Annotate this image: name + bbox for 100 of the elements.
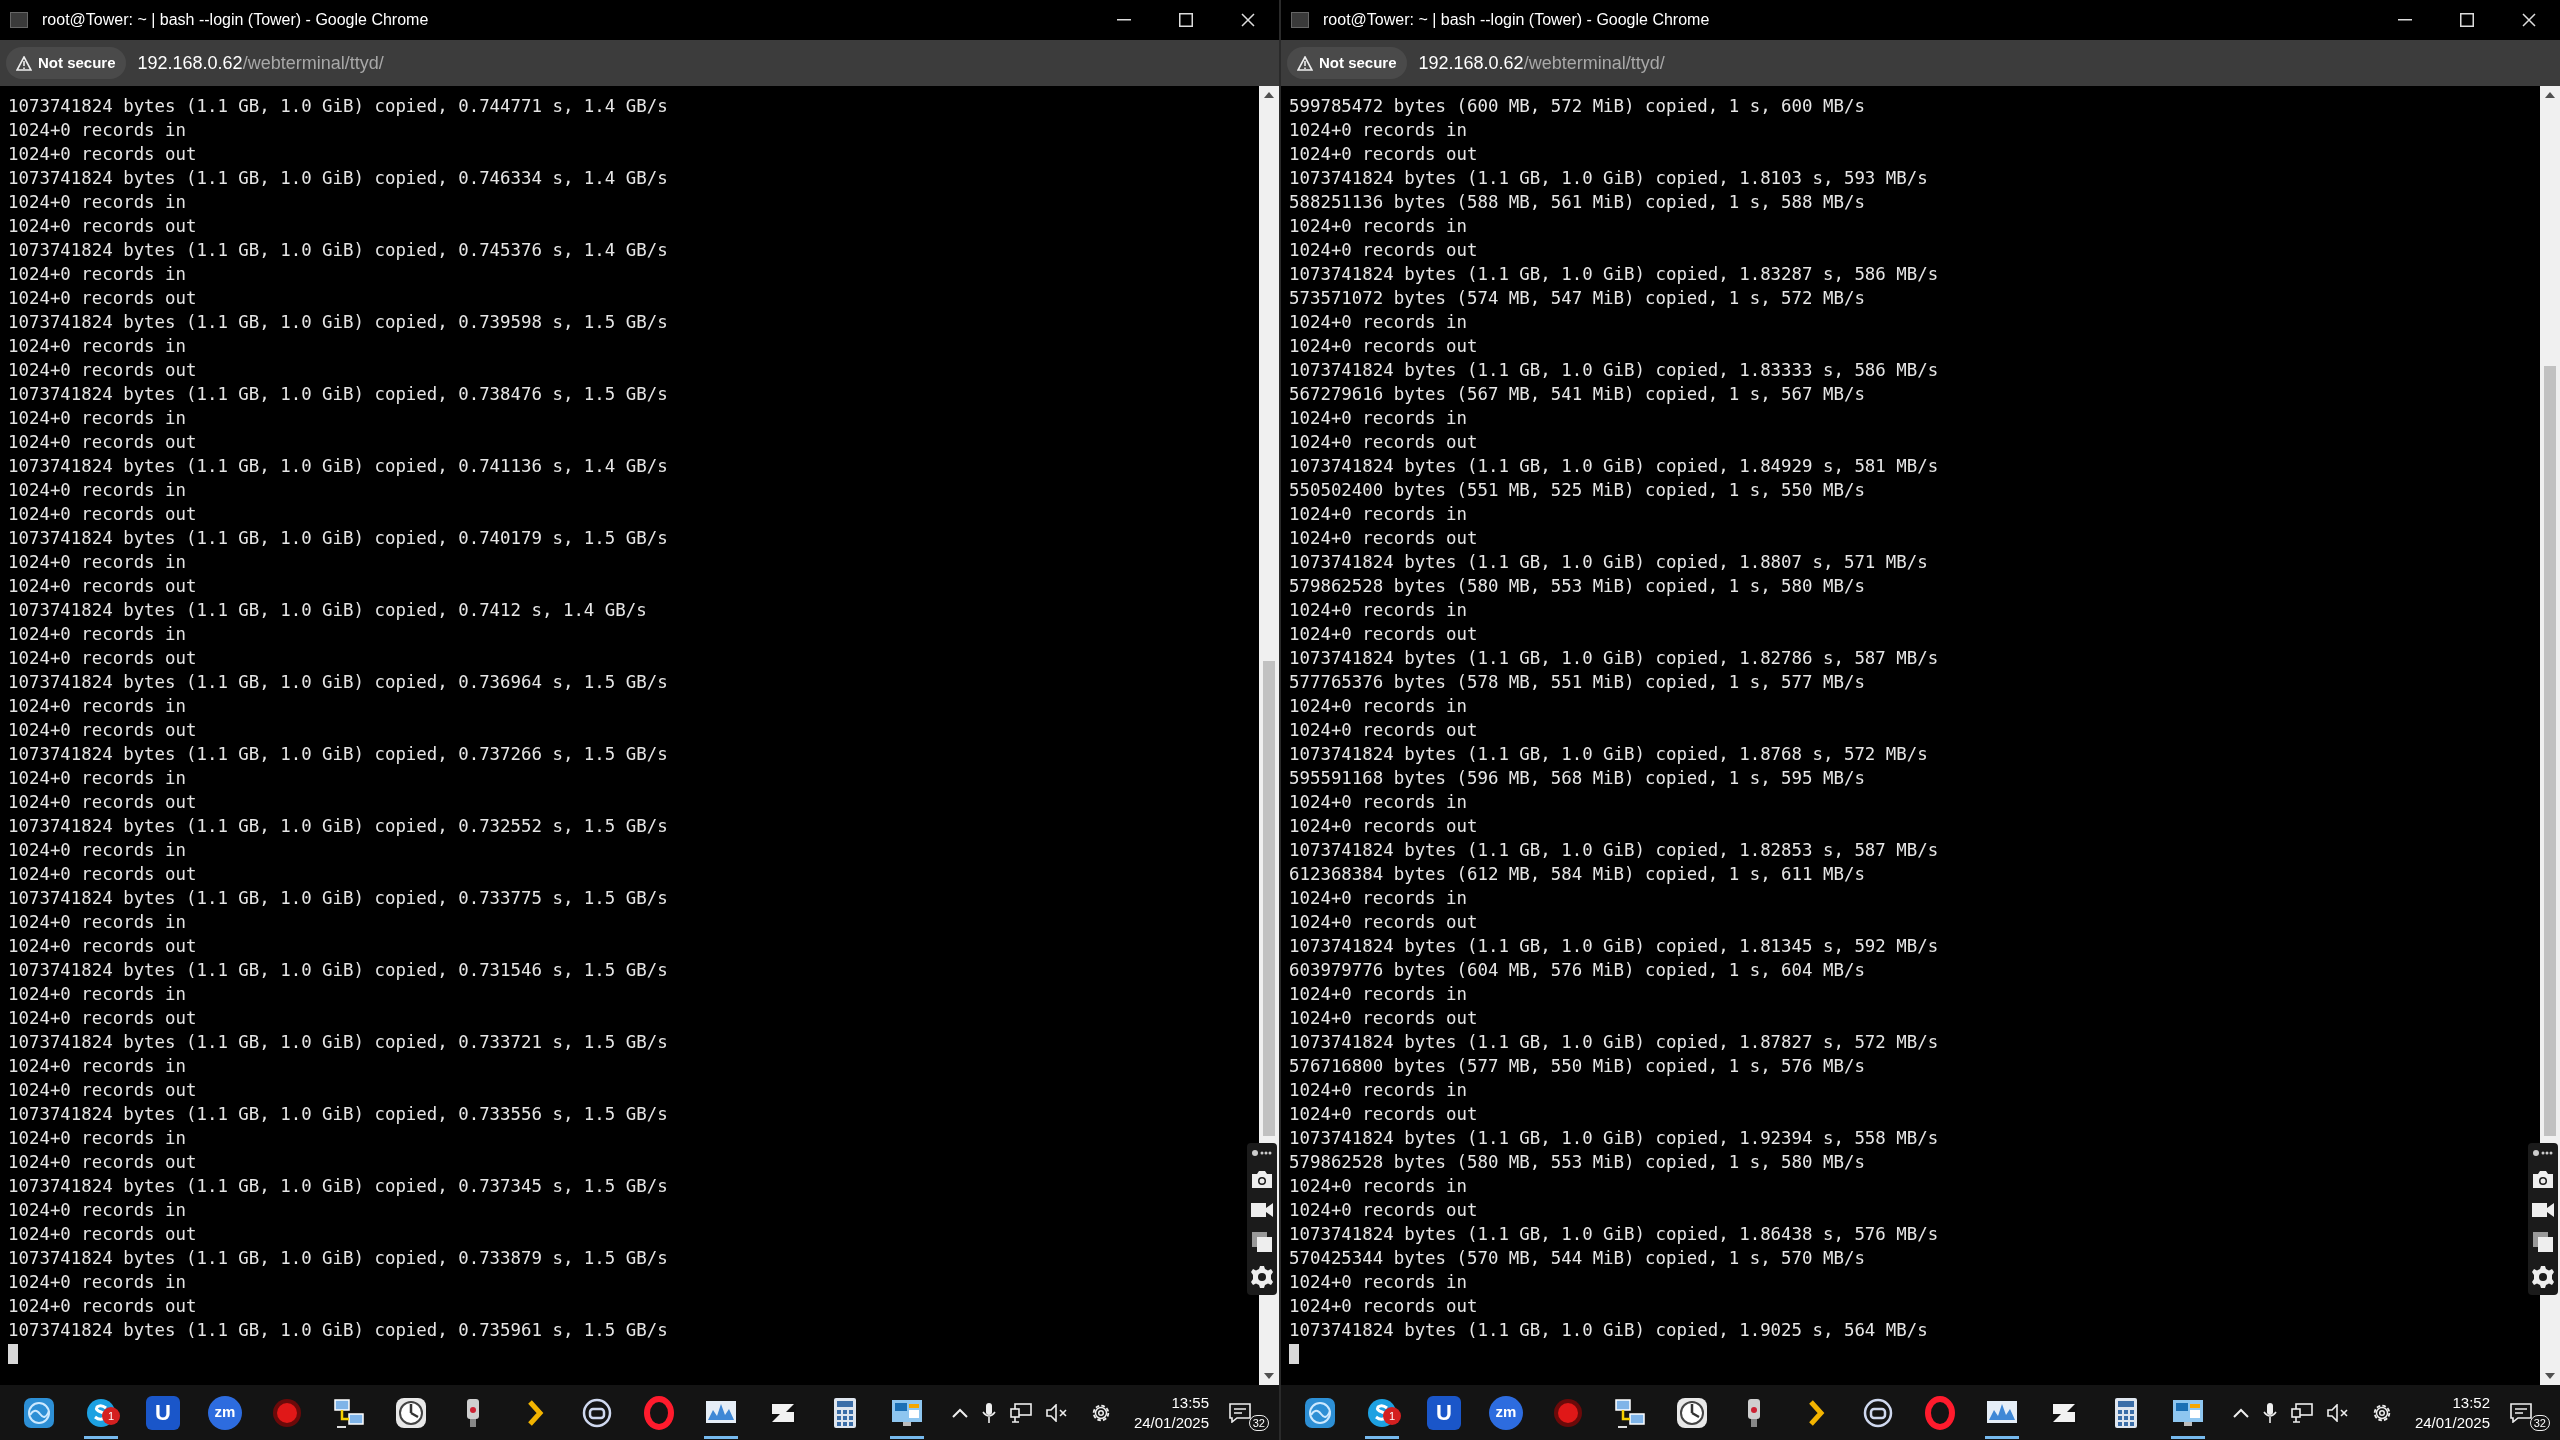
terminal-line: 1024+0 records out [8, 575, 197, 598]
security-chip[interactable]: Not secure [1287, 47, 1407, 79]
terminal-line: 1024+0 records in [1289, 119, 1467, 142]
notifications-button[interactable]: 32 [2510, 1394, 2550, 1431]
terminal-line: 1073741824 bytes (1.1 GB, 1.0 GiB) copied, 0.731546 s, 1.5 GB/s [8, 959, 668, 982]
security-chip[interactable]: Not secure [6, 47, 126, 79]
terminal-line: 1024+0 records out [1289, 239, 1478, 262]
terminal-line: 1073741824 bytes (1.1 GB, 1.0 GiB) copied, 0.744771 s, 1.4 GB/s [8, 95, 668, 118]
running-indicator [1365, 1436, 1399, 1439]
terminal-line: 1073741824 bytes (1.1 GB, 1.0 GiB) copied, 0.735961 s, 1.5 GB/s [8, 1319, 668, 1342]
terminal-line: 1024+0 records out [1289, 431, 1478, 454]
notification-count: 32 [2529, 1414, 2550, 1431]
terminal-line: 1073741824 bytes (1.1 GB, 1.0 GiB) copied, 1.86438 s, 576 MB/s [1289, 1223, 1939, 1246]
taskbar-app-button[interactable]: zm [1475, 1385, 1537, 1440]
more-icon[interactable] [2532, 1149, 2554, 1157]
microphone-icon[interactable] [2263, 1401, 2277, 1424]
terminal-line: 1024+0 records in [8, 263, 186, 286]
taskbar-app-button[interactable]: zm [194, 1385, 256, 1440]
terminal-icon [10, 12, 28, 28]
terminal-line: 1024+0 records out [8, 863, 197, 886]
terminal-line: 595591168 bytes (596 MB, 568 MiB) copied, 1 s, 595 MB/s [1289, 767, 1865, 790]
chevron-up-icon[interactable] [952, 1407, 968, 1418]
terminal-line: 1073741824 bytes (1.1 GB, 1.0 GiB) copied, 1.84929 s, 581 MB/s [1289, 455, 1939, 478]
terminal-line: 1024+0 records out [8, 719, 197, 742]
more-icon[interactable] [1251, 1149, 1273, 1157]
settings-icon[interactable] [2531, 1265, 2555, 1289]
terminal-line: 1024+0 records in [8, 407, 186, 430]
terminal-line: 1073741824 bytes (1.1 GB, 1.0 GiB) copied, 0.7412 s, 1.4 GB/s [8, 599, 647, 622]
scroll-up-icon[interactable] [2545, 92, 2555, 98]
copy-icon[interactable] [2532, 1231, 2554, 1253]
terminal-line: 1024+0 records out [1289, 1103, 1478, 1126]
scroll-down-icon[interactable] [1264, 1373, 1274, 1379]
speaker-muted-icon[interactable] [2327, 1403, 2349, 1422]
opera-icon [642, 1395, 676, 1430]
app-logo: U [146, 1395, 180, 1430]
terminal-line: 599785472 bytes (600 MB, 572 MiB) copied, 1 s, 600 MB/s [1289, 95, 1865, 118]
terminal-line: 1073741824 bytes (1.1 GB, 1.0 GiB) copied, 1.82786 s, 587 MB/s [1289, 647, 1939, 670]
terminal-line: 1073741824 bytes (1.1 GB, 1.0 GiB) copied, 1.8807 s, 571 MB/s [1289, 551, 1928, 574]
taskbar-app-button[interactable]: 1 [1351, 1385, 1413, 1440]
terminal-line: 1073741824 bytes (1.1 GB, 1.0 GiB) copied, 0.737266 s, 1.5 GB/s [8, 743, 668, 766]
terminal-line: 1024+0 records in [8, 191, 186, 214]
clock[interactable]: 13:55 24/01/2025 [1133, 1392, 1209, 1433]
terminal-line: 1024+0 records in [1289, 599, 1467, 622]
maximize-icon [1179, 13, 1193, 27]
terminal-icon [1291, 12, 1309, 28]
terminal-line: 1073741824 bytes (1.1 GB, 1.0 GiB) copied, 1.9025 s, 564 MB/s [1289, 1319, 1928, 1342]
chevron-up-icon[interactable] [2233, 1407, 2249, 1418]
terminal-line: 1024+0 records in [1289, 695, 1467, 718]
taskbar-app-button[interactable]: U [132, 1385, 194, 1440]
terminal-line: 1024+0 records in [1289, 887, 1467, 910]
scrollbar-thumb[interactable] [1263, 661, 1275, 1136]
speaker-muted-icon[interactable] [1046, 1403, 1068, 1422]
terminal-line: 1024+0 records in [8, 695, 186, 718]
scroll-down-icon[interactable] [2545, 1373, 2555, 1379]
terminal-line: 1073741824 bytes (1.1 GB, 1.0 GiB) copied, 0.746334 s, 1.4 GB/s [8, 167, 668, 190]
app-logo: U [1427, 1395, 1461, 1430]
window-title: root@Tower: ~ | bash --login (Tower) - Google Chrome [42, 10, 430, 30]
terminal-line: 612368384 bytes (612 MB, 584 MiB) copied, 1 s, 611 MB/s [1289, 863, 1865, 886]
camera-icon[interactable] [2531, 1169, 2555, 1189]
url-text[interactable]: 192.168.0.62/webterminal/ttyd/ [1418, 49, 1665, 77]
terminal-line: 1024+0 records out [8, 215, 197, 238]
terminal-line: 1024+0 records out [8, 143, 197, 166]
notification-count: 32 [1248, 1414, 1269, 1431]
settings-icon[interactable] [1250, 1265, 1274, 1289]
terminal-line: 1073741824 bytes (1.1 GB, 1.0 GiB) copied, 1.82853 s, 587 MB/s [1289, 839, 1939, 862]
camera-icon[interactable] [1250, 1169, 1274, 1189]
scroll-up-icon[interactable] [1264, 92, 1274, 98]
terminal-line: 1024+0 records in [1289, 1079, 1467, 1102]
terminal-line: 1024+0 records in [8, 983, 186, 1006]
close-icon [1241, 13, 1255, 27]
terminal-line: 1024+0 records out [1289, 143, 1478, 166]
terminal-line: 1024+0 records out [8, 791, 197, 814]
clock[interactable]: 13:52 24/01/2025 [2414, 1392, 2490, 1433]
terminal-line: 1024+0 records in [8, 551, 186, 574]
terminal-line: 1024+0 records out [1289, 1007, 1478, 1030]
notifications-button[interactable]: 32 [1229, 1394, 1269, 1431]
terminal-line: 1024+0 records in [8, 767, 186, 790]
terminal-line: 1024+0 records out [1289, 527, 1478, 550]
terminal-line: 588251136 bytes (588 MB, 561 MiB) copied, 1 s, 588 MB/s [1289, 191, 1865, 214]
minimize-icon [2398, 19, 2412, 21]
taskbar-app-button[interactable]: 1 [70, 1385, 132, 1440]
terminal-line: 570425344 bytes (570 MB, 544 MiB) copied, 1 s, 570 MB/s [1289, 1247, 1865, 1270]
terminal-line: 1024+0 records out [8, 431, 197, 454]
video-camera-icon[interactable] [2531, 1201, 2555, 1219]
terminal-line: 1024+0 records out [1289, 623, 1478, 646]
microphone-icon[interactable] [982, 1401, 996, 1424]
app-logo: zm [208, 1395, 242, 1430]
taskbar-app-button[interactable]: U [1413, 1385, 1475, 1440]
terminal-line: 1024+0 records in [8, 1199, 186, 1222]
terminal-line: 1073741824 bytes (1.1 GB, 1.0 GiB) copied, 1.83333 s, 586 MB/s [1289, 359, 1939, 382]
copy-icon[interactable] [1251, 1231, 1273, 1253]
terminal-line: 1073741824 bytes (1.1 GB, 1.0 GiB) copied, 0.733879 s, 1.5 GB/s [8, 1247, 668, 1270]
network-icon[interactable] [2291, 1402, 2313, 1423]
url-text[interactable]: 192.168.0.62/webterminal/ttyd/ [137, 49, 384, 77]
terminal-line: 1024+0 records in [8, 623, 186, 646]
video-camera-icon[interactable] [1250, 1201, 1274, 1219]
terminal-line: 550502400 bytes (551 MB, 525 MiB) copied, 1 s, 550 MB/s [1289, 479, 1865, 502]
network-icon[interactable] [1010, 1402, 1032, 1423]
scrollbar-thumb[interactable] [2544, 366, 2556, 1136]
running-indicator [890, 1436, 924, 1439]
